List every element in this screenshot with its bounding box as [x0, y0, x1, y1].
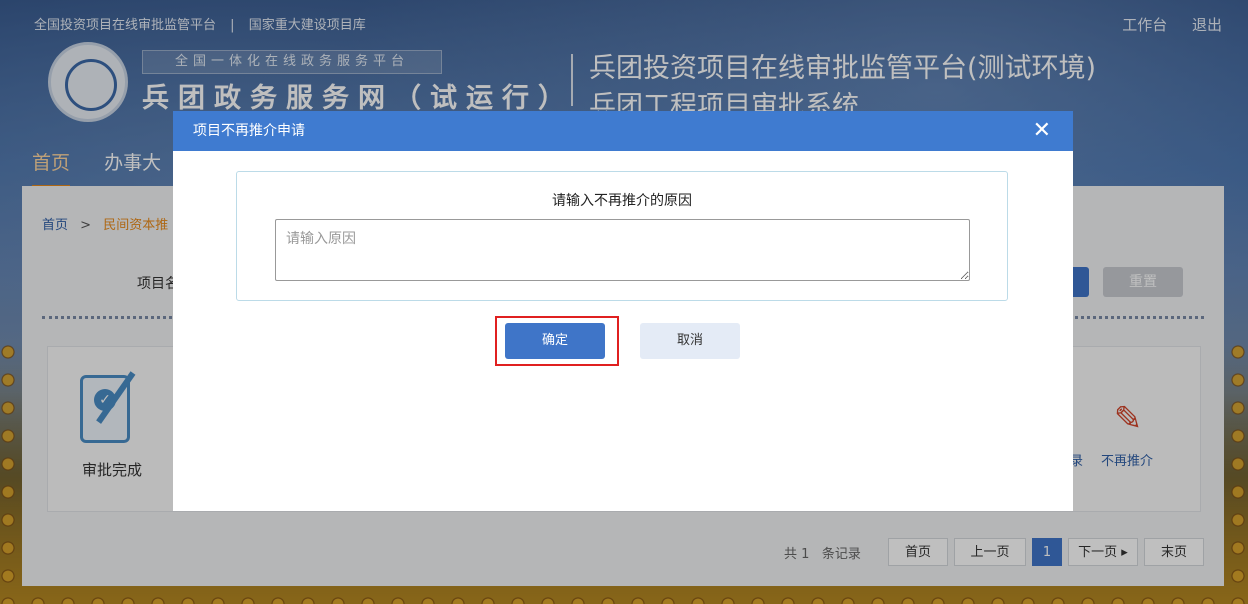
confirm-button[interactable]: 确定 — [505, 323, 605, 359]
no-recommend-dialog: 项目不再推介申请 ✕ 请输入不再推介的原因 确定 取消 — [173, 111, 1073, 511]
cancel-button[interactable]: 取消 — [640, 323, 740, 359]
reason-form: 请输入不再推介的原因 — [236, 171, 1008, 301]
close-icon[interactable]: ✕ — [1033, 111, 1051, 151]
dialog-title: 项目不再推介申请 — [193, 123, 305, 139]
form-title: 请输入不再推介的原因 — [552, 193, 692, 209]
reason-textarea[interactable] — [275, 219, 970, 281]
dialog-header: 项目不再推介申请 ✕ — [173, 111, 1073, 151]
